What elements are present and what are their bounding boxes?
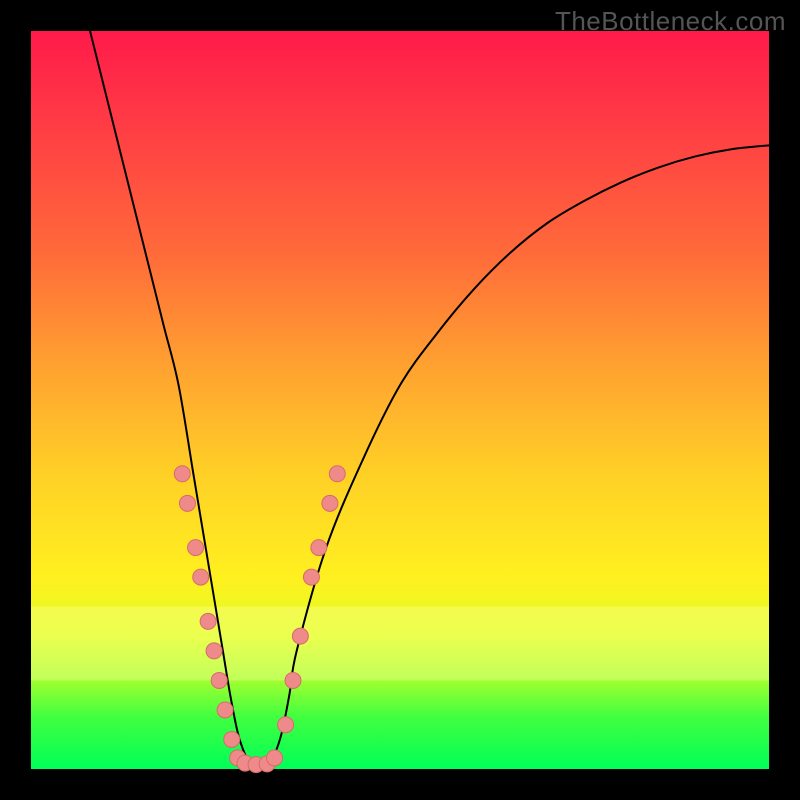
data-point-marker [303,569,319,585]
data-point-marker [224,731,240,747]
watermark-text: TheBottleneck.com [555,6,786,37]
data-point-marker [278,717,294,733]
data-point-marker [179,495,195,511]
data-point-marker [285,672,301,688]
chart-container: TheBottleneck.com [0,0,800,800]
data-point-marker [200,613,216,629]
bands-layer [31,607,769,681]
data-point-marker [193,569,209,585]
data-point-marker [267,750,283,766]
data-point-marker [211,672,227,688]
data-point-marker [322,495,338,511]
plot-area [31,31,769,769]
data-point-marker [188,540,204,556]
data-point-marker [174,466,190,482]
data-point-marker [206,643,222,659]
pale-yellow-band [31,607,769,681]
data-point-marker [311,540,327,556]
data-point-marker [217,702,233,718]
chart-svg [31,31,769,769]
data-point-marker [329,466,345,482]
data-point-marker [292,628,308,644]
